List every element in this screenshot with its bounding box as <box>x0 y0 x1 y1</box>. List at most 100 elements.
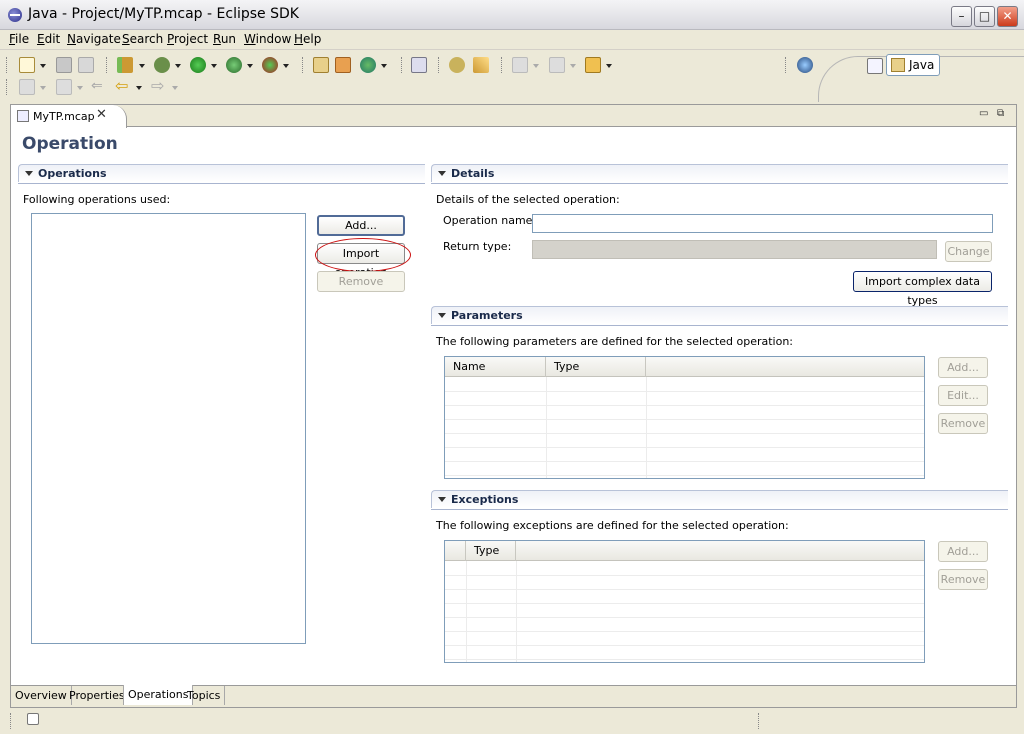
change-return-type-button[interactable]: Change <box>945 241 992 262</box>
remove-parameter-button[interactable]: Remove <box>938 413 988 434</box>
menu-window[interactable]: Window <box>244 32 291 46</box>
java-perspective-button[interactable]: Java <box>886 54 940 76</box>
column-header-type[interactable]: Type <box>466 541 516 561</box>
menu-run[interactable]: Run <box>213 32 236 46</box>
add-operation-button[interactable]: Add... <box>317 215 405 236</box>
run-icon[interactable] <box>190 57 206 73</box>
menu-edit[interactable]: Edit <box>37 32 60 46</box>
add-exception-button[interactable]: Add... <box>938 541 988 562</box>
tab-properties[interactable]: Properties <box>65 686 130 705</box>
parameters-table[interactable]: Name Type <box>444 356 925 479</box>
chevron-down-icon[interactable] <box>175 64 181 68</box>
chevron-down-icon[interactable] <box>40 86 46 90</box>
toolbar-grip <box>106 57 108 73</box>
chevron-down-icon[interactable] <box>283 64 289 68</box>
details-section-header[interactable]: Details <box>431 164 1008 182</box>
exceptions-table[interactable]: Type <box>444 540 925 663</box>
coverage-icon[interactable] <box>262 57 278 73</box>
collapse-icon[interactable] <box>438 497 446 502</box>
back-icon[interactable]: ⇦ <box>115 78 131 95</box>
return-type-field <box>532 240 937 259</box>
menu-search[interactable]: Search <box>122 32 163 46</box>
operation-name-input[interactable] <box>532 214 993 233</box>
edit-parameter-button[interactable]: Edit... <box>938 385 988 406</box>
menu-bar: File Edit Navigate Search Project Run Wi… <box>0 30 1024 50</box>
forward-icon[interactable]: ⇨ <box>151 78 167 95</box>
refresh-icon[interactable] <box>360 57 376 73</box>
build-icon[interactable] <box>117 57 133 73</box>
open-task-icon[interactable] <box>449 57 465 73</box>
column-header-name[interactable]: Name <box>445 357 546 377</box>
table-row[interactable] <box>445 378 924 392</box>
new-class-icon[interactable] <box>335 57 351 73</box>
save-icon[interactable] <box>56 57 72 73</box>
last-edit-icon[interactable] <box>19 79 35 95</box>
open-type-icon[interactable] <box>411 57 427 73</box>
remove-operation-button[interactable]: Remove <box>317 271 405 292</box>
table-row[interactable] <box>445 448 924 462</box>
run-external-icon[interactable] <box>226 57 242 73</box>
chevron-down-icon[interactable] <box>136 86 142 90</box>
collapse-icon[interactable] <box>438 171 446 176</box>
menu-help[interactable]: Help <box>294 32 321 46</box>
minimize-view-icon[interactable]: ▭ <box>979 108 988 119</box>
exceptions-section-header[interactable]: Exceptions <box>431 490 1008 508</box>
column-header-type[interactable]: Type <box>546 357 646 377</box>
chevron-down-icon[interactable] <box>533 64 539 68</box>
editor-tab-mytp[interactable]: MyTP.mcap ✕ <box>11 105 127 128</box>
close-button[interactable]: ✕ <box>997 6 1018 27</box>
print-icon[interactable] <box>78 57 94 73</box>
chevron-down-icon[interactable] <box>381 64 387 68</box>
parameters-section-header[interactable]: Parameters <box>431 306 1008 324</box>
menu-file[interactable]: File <box>9 32 29 46</box>
maximize-button[interactable]: □ <box>974 6 995 27</box>
table-row[interactable] <box>445 406 924 420</box>
minimize-button[interactable]: – <box>951 6 972 27</box>
toolbar-grip <box>785 57 787 73</box>
import-complex-types-button[interactable]: Import complex data types <box>853 271 992 307</box>
collapse-icon[interactable] <box>25 171 33 176</box>
table-row[interactable] <box>445 392 924 406</box>
remove-exception-button[interactable]: Remove <box>938 569 988 590</box>
status-grip <box>10 713 12 729</box>
table-row[interactable] <box>445 462 924 476</box>
chevron-down-icon[interactable] <box>570 64 576 68</box>
close-tab-icon[interactable]: ✕ <box>96 107 107 122</box>
details-description: Details of the selected operation: <box>436 193 620 206</box>
tab-overview[interactable]: Overview <box>11 686 72 705</box>
next-annotation-icon[interactable] <box>512 57 528 73</box>
menu-navigate[interactable]: Navigate <box>67 32 121 46</box>
chevron-down-icon[interactable] <box>172 86 178 90</box>
fast-view-icon[interactable] <box>27 713 39 725</box>
debug-icon[interactable] <box>154 57 170 73</box>
parameters-description: The following parameters are defined for… <box>436 335 794 348</box>
java-perspective-icon <box>891 58 905 72</box>
chevron-down-icon[interactable] <box>40 64 46 68</box>
add-parameter-button[interactable]: Add... <box>938 357 988 378</box>
search-icon[interactable] <box>473 57 489 73</box>
table-row[interactable] <box>445 420 924 434</box>
editor-area: MyTP.mcap ✕ ▭ ⧉ Operation Operations Fol… <box>10 104 1017 708</box>
prev-annotation-icon[interactable] <box>549 57 565 73</box>
chevron-down-icon[interactable] <box>139 64 145 68</box>
globe-icon[interactable] <box>797 57 813 73</box>
operations-list[interactable] <box>31 213 306 644</box>
chevron-down-icon[interactable] <box>606 64 612 68</box>
chevron-down-icon[interactable] <box>211 64 217 68</box>
column-header-blank[interactable] <box>445 541 466 561</box>
new-package-icon[interactable] <box>313 57 329 73</box>
tab-topics[interactable]: Topics <box>183 686 226 705</box>
open-perspective-icon[interactable] <box>867 58 883 74</box>
maximize-view-icon[interactable]: ⧉ <box>997 108 1004 119</box>
chevron-down-icon[interactable] <box>77 86 83 90</box>
menu-project[interactable]: Project <box>167 32 208 46</box>
collapse-icon[interactable] <box>438 313 446 318</box>
chevron-down-icon[interactable] <box>247 64 253 68</box>
back-disabled-icon[interactable]: ⇐ <box>91 79 107 95</box>
open-folder-icon[interactable] <box>585 57 601 73</box>
new-icon[interactable] <box>19 57 35 73</box>
annotation-icon[interactable] <box>56 79 72 95</box>
operations-section-header[interactable]: Operations <box>18 164 425 182</box>
file-icon <box>17 110 29 122</box>
table-row[interactable] <box>445 434 924 448</box>
